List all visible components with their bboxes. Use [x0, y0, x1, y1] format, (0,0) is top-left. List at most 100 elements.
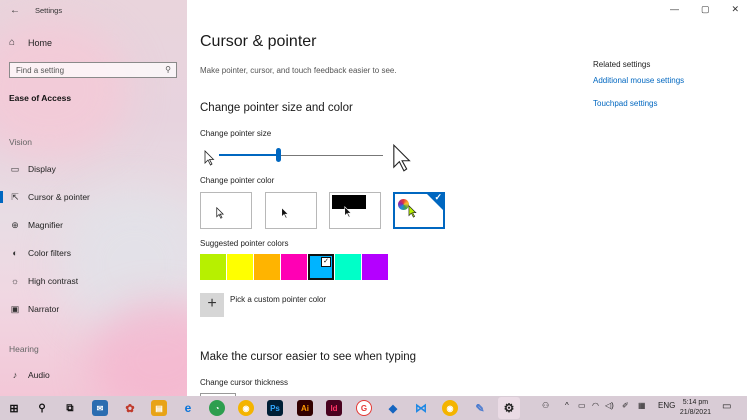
clock-time: 5:14 pm [682, 399, 709, 406]
volume-icon[interactable]: ◁) [605, 401, 614, 410]
small-pointer-icon [204, 150, 215, 166]
sidebar-item-label: Color filters [28, 248, 71, 258]
sidebar-item-label: Display [28, 164, 56, 174]
chrome-icon[interactable]: ◉ [238, 400, 254, 416]
sidebar-item-label: Narrator [28, 304, 60, 314]
high-contrast-icon: ☼ [10, 276, 20, 286]
white-pointer-icon [216, 207, 225, 219]
plus-icon: + [207, 295, 217, 312]
sidebar-group-hearing: Hearing [9, 344, 39, 354]
vscode-icon[interactable]: ⋈ [413, 400, 429, 416]
people-icon[interactable]: ⚇ [542, 401, 549, 410]
clock-date: 21/8/2021 [679, 409, 711, 416]
task-view-icon[interactable]: ⧉ [62, 400, 78, 416]
sidebar: ← Settings ⌂ Home Find a setting ⚲ Ease … [0, 0, 187, 396]
suggested-color-swatch[interactable] [362, 254, 388, 280]
audio-icon: ♪ [12, 370, 18, 380]
sidebar-item-label: Magnifier [28, 220, 63, 230]
sidebar-item-display[interactable]: ▭ Display [0, 159, 187, 179]
maximize-icon[interactable]: ▢ [701, 4, 710, 15]
cursor-thickness-label: Change cursor thickness [200, 378, 289, 387]
settings-gear-icon[interactable]: ⚙ [498, 397, 520, 419]
sidebar-item-label: High contrast [28, 276, 79, 286]
sidebar-home-label: Home [28, 37, 53, 48]
taskbar-clock[interactable]: 5:14 pm 21/8/2021 [680, 398, 711, 418]
pointer-size-slider-thumb[interactable] [275, 148, 281, 162]
search-icon: ⚲ [165, 65, 171, 74]
back-arrow-icon[interactable]: ← [10, 5, 20, 16]
page-title: Cursor & pointer [200, 33, 317, 50]
suggested-color-swatch[interactable]: ✓ [308, 254, 334, 280]
checkmark-icon: ✓ [321, 257, 331, 267]
suggested-color-swatch[interactable] [281, 254, 307, 280]
custom-color-label[interactable]: Pick a custom pointer color [230, 295, 326, 304]
sidebar-item-magnifier[interactable]: ⊕ Magnifier [0, 215, 187, 235]
pointer-color-white[interactable] [200, 192, 252, 229]
window-title: Settings [35, 6, 63, 15]
language-indicator[interactable]: ENG [658, 401, 675, 410]
checkmark-icon: ✓ [434, 192, 442, 202]
section-heading-size-color: Change pointer size and color [200, 102, 353, 114]
home-icon: ⌂ [9, 37, 16, 48]
notifications-icon[interactable]: ▭ [722, 401, 731, 412]
search-icon[interactable]: ⚲ [34, 400, 50, 416]
search-input[interactable]: Find a setting ⚲ [9, 62, 177, 78]
custom-pointer-icon [408, 205, 417, 218]
sidebar-item-audio[interactable]: ♪ Audio [0, 365, 187, 385]
app-w-icon[interactable]: ◆ [385, 400, 401, 416]
sidebar-item-label: Cursor & pointer [28, 192, 90, 202]
suggested-color-swatch[interactable] [227, 254, 253, 280]
sidebar-section-title: Ease of Access [9, 93, 72, 103]
keyboard-icon[interactable]: ▦ [638, 401, 646, 410]
pen-icon[interactable]: ✐ [622, 401, 629, 410]
suggested-colors-label: Suggested pointer colors [200, 239, 289, 248]
link-additional-mouse-settings[interactable]: Additional mouse settings [593, 76, 684, 85]
chrome-icon-2[interactable]: ◉ [442, 400, 458, 416]
minimize-icon[interactable]: — [670, 4, 679, 15]
related-settings-heading: Related settings [593, 60, 651, 69]
sidebar-item-high-contrast[interactable]: ☼ High contrast [0, 271, 187, 291]
sidebar-item-cursor-pointer[interactable]: ⇱ Cursor & pointer [0, 187, 187, 207]
battery-icon[interactable]: ▭ [578, 401, 586, 410]
pointer-size-slider-fill [219, 154, 279, 156]
page-subtitle: Make pointer, cursor, and touch feedback… [200, 66, 397, 75]
sidebar-item-color-filters[interactable]: ◐ Color filters [0, 243, 187, 263]
photoshop-icon[interactable]: Ps [267, 400, 283, 416]
pointer-color-label: Change pointer color [200, 176, 275, 185]
pointer-size-label: Change pointer size [200, 129, 272, 138]
display-icon: ▭ [10, 163, 20, 174]
main-content: — ▢ ✕ Cursor & pointer Make pointer, cur… [187, 0, 747, 397]
app-badge-icon[interactable]: G [356, 400, 372, 416]
file-explorer-icon[interactable]: ▤ [151, 400, 167, 416]
color-filters-icon: ◐ [12, 248, 18, 258]
tray-chevron-icon[interactable]: ^ [565, 401, 569, 410]
add-custom-color-button[interactable]: + [200, 293, 224, 317]
suggested-color-swatch[interactable] [335, 254, 361, 280]
mail-icon[interactable]: ✉ [92, 400, 108, 416]
edge-icon[interactable]: e [180, 400, 196, 416]
app-icon[interactable]: ◔ [209, 400, 225, 416]
antivirus-icon[interactable]: ✿ [122, 400, 138, 416]
paint-icon[interactable]: ✎ [472, 400, 488, 416]
sidebar-home[interactable]: ⌂ Home [9, 37, 52, 48]
pointer-color-custom[interactable]: ✓ [393, 192, 445, 229]
indesign-icon[interactable]: Id [326, 400, 342, 416]
pointer-color-inverted[interactable] [329, 192, 381, 229]
suggested-color-swatch[interactable] [254, 254, 280, 280]
wifi-icon[interactable]: ◠ [592, 401, 599, 410]
black-pointer-icon [281, 207, 289, 219]
illustrator-icon[interactable]: Ai [297, 400, 313, 416]
link-touchpad-settings[interactable]: Touchpad settings [593, 99, 658, 108]
pointer-color-black[interactable] [265, 192, 317, 229]
close-icon[interactable]: ✕ [731, 4, 739, 15]
cursor-pointer-icon: ⇱ [11, 191, 19, 202]
window-controls: — ▢ ✕ [670, 4, 739, 15]
magnifier-icon: ⊕ [11, 219, 19, 230]
sidebar-group-vision: Vision [9, 137, 32, 147]
start-windows-icon[interactable]: ⊞ [6, 400, 22, 416]
section-heading-typing: Make the cursor easier to see when typin… [200, 351, 417, 363]
search-placeholder: Find a setting [16, 66, 65, 75]
sidebar-item-narrator[interactable]: ▣ Narrator [0, 299, 187, 319]
sidebar-item-label: Audio [28, 370, 50, 380]
suggested-color-swatch[interactable] [200, 254, 226, 280]
